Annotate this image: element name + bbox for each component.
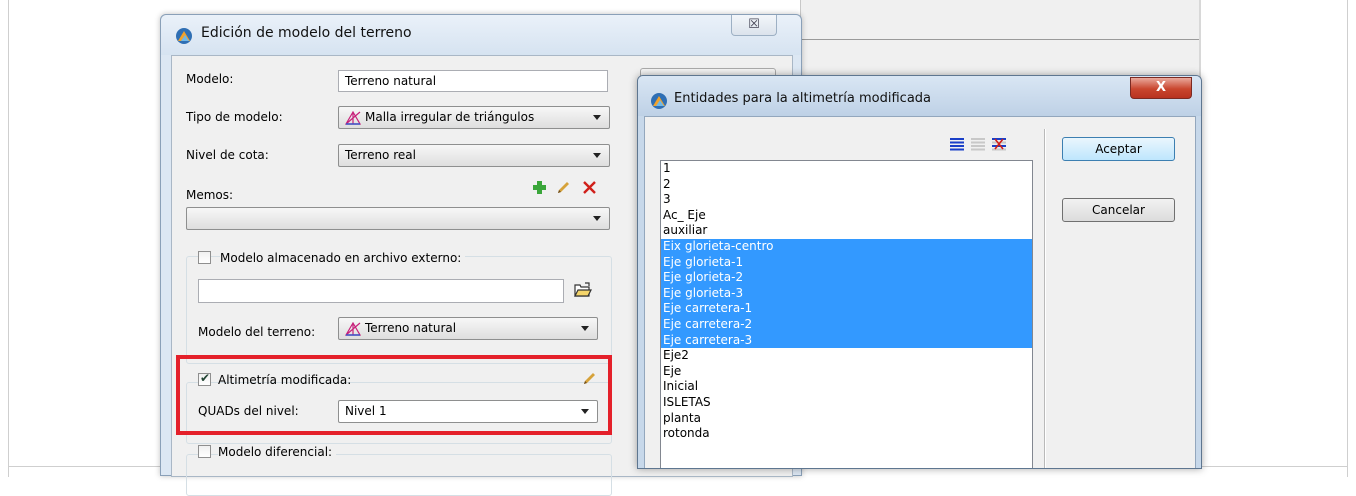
model-type-select[interactable]: Malla irregular de triángulos xyxy=(338,106,610,129)
close-button[interactable]: ☒ xyxy=(731,15,777,36)
external-file-checkbox[interactable] xyxy=(198,251,211,264)
chevron-down-icon xyxy=(581,326,589,331)
vertical-separator xyxy=(1044,129,1046,468)
list-item[interactable]: Eje xyxy=(661,364,1032,380)
list-item[interactable]: auxiliar xyxy=(661,223,1032,239)
chevron-down-icon xyxy=(593,216,601,221)
list-item[interactable]: Eje carretera-2 xyxy=(661,316,1032,333)
add-icon[interactable] xyxy=(532,180,547,195)
altimetry-entities-dialog-body: 1 2 3 Ac_ Eje auxiliar Eix glorieta-centro Eje… xyxy=(644,116,1196,468)
terrain-model-dialog-titlebar: Edición de modelo del terreno ☒ xyxy=(161,15,801,55)
highlight-annotation-box xyxy=(176,355,612,435)
edit-icon[interactable] xyxy=(556,180,571,195)
background-toolbar-divider xyxy=(801,39,1201,40)
close-button[interactable]: X xyxy=(1130,77,1192,99)
list-item[interactable]: 1 xyxy=(661,161,1032,177)
dialog-title: Entidades para la altimetría modificada xyxy=(674,91,932,106)
delete-icon[interactable] xyxy=(582,180,597,195)
list-item[interactable]: Eix glorieta-centro xyxy=(661,238,1032,255)
list-item[interactable]: Inicial xyxy=(661,379,1032,395)
list-item[interactable]: ISLETAS xyxy=(661,395,1032,411)
list-item[interactable]: 3 xyxy=(661,192,1032,208)
external-file-group xyxy=(186,256,612,364)
app-icon xyxy=(175,27,193,45)
level-select[interactable]: Terreno real xyxy=(338,144,610,167)
model-name-input[interactable]: Terreno natural xyxy=(338,70,608,92)
chevron-down-icon xyxy=(593,153,601,158)
select-all-icon[interactable] xyxy=(950,138,964,151)
model-type-label: Tipo de modelo: xyxy=(186,110,283,124)
cancel-button[interactable]: Cancelar xyxy=(1062,198,1175,222)
memos-label: Memos: xyxy=(186,188,234,202)
entities-list: 1 2 3 Ac_ Eje auxiliar Eix glorieta-centro Eje… xyxy=(661,161,1032,442)
differential-label: Modelo diferencial: xyxy=(218,445,337,459)
memos-select[interactable] xyxy=(186,207,610,230)
list-item[interactable]: Eje glorieta-2 xyxy=(661,270,1032,286)
terrain-model-select[interactable]: Terreno natural xyxy=(338,317,598,340)
list-item[interactable]: 2 xyxy=(661,177,1032,193)
chevron-down-icon xyxy=(593,115,601,120)
model-type-value: Malla irregular de triángulos xyxy=(365,110,535,124)
list-item[interactable]: Ac_ Eje xyxy=(661,208,1032,224)
altimetry-entities-dialog: Entidades para la altimetría modificada … xyxy=(637,75,1202,469)
list-item[interactable]: Eje2 xyxy=(661,348,1032,364)
screenshot-frame-left xyxy=(8,0,9,477)
terrain-model-label: Modelo del terreno: xyxy=(198,325,316,339)
dialog-title: Edición de modelo del terreno xyxy=(201,25,412,41)
differential-checkbox[interactable] xyxy=(198,445,211,458)
accept-button[interactable]: Aceptar xyxy=(1062,137,1175,161)
model-label: Modelo: xyxy=(186,72,234,86)
terrain-model-value: Terreno natural xyxy=(365,321,457,335)
list-item[interactable]: Eje carretera-3 xyxy=(661,332,1032,349)
list-item[interactable]: Eje carretera-1 xyxy=(661,301,1032,317)
level-label: Nivel de cota: xyxy=(186,148,269,162)
triangle-mesh-icon xyxy=(345,110,361,125)
differential-group xyxy=(186,454,612,496)
list-item[interactable]: planta xyxy=(661,411,1032,427)
list-item[interactable]: rotonda xyxy=(661,426,1032,442)
external-file-label: Modelo almacenado en archivo externo: xyxy=(220,251,466,265)
triangle-mesh-icon xyxy=(345,321,361,336)
open-folder-icon[interactable] xyxy=(574,282,592,298)
level-value: Terreno real xyxy=(345,148,416,162)
select-none-icon[interactable] xyxy=(971,138,985,151)
list-item[interactable]: Eje glorieta-1 xyxy=(661,254,1032,271)
altimetry-entities-dialog-titlebar: Entidades para la altimetría modificada … xyxy=(638,76,1201,116)
screenshot-frame-right xyxy=(1347,0,1348,477)
external-file-path-input[interactable] xyxy=(198,279,564,303)
app-icon xyxy=(650,92,668,110)
invert-selection-icon[interactable] xyxy=(992,138,1006,151)
entities-listbox[interactable]: 1 2 3 Ac_ Eje auxiliar Eix glorieta-centro Eje… xyxy=(660,160,1033,468)
list-item[interactable]: Eje glorieta-3 xyxy=(661,285,1032,302)
